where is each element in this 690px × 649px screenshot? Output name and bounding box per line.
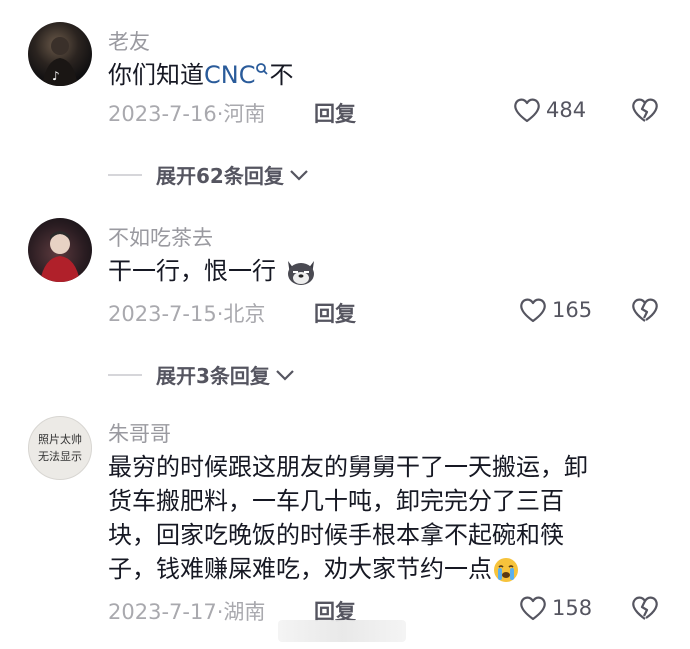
like-button[interactable]: 484 [512,96,586,124]
comment-text-prefix: 你们知道 [108,61,204,89]
comment-text-line-body: 子，钱难赚屎难吃，劝大家节约一点 [108,555,492,583]
avatar[interactable]: 照片太帅 无法显示 [28,416,92,480]
dislike-button[interactable] [630,96,660,128]
watermark [278,620,406,642]
comment-text-line: 块，回家吃晚饭的时候手根本拿不起碗和筷 [108,521,564,549]
expand-replies-button[interactable]: 展开62条回复 [108,160,310,189]
svg-text:♪: ♪ [52,69,60,83]
comment-location: 北京 [223,302,266,326]
comment-text: 干一行，恨一行 [108,254,648,288]
person-silhouette-icon [40,231,80,282]
reply-button[interactable]: 回复 [314,98,356,128]
comment-date: 2023-7-17 [108,600,217,624]
like-button[interactable]: 165 [518,296,592,324]
comment-meta: 2023-7-15·北京 [108,298,265,328]
like-button[interactable]: 158 [518,594,592,622]
comment-text-line: 最穷的时候跟这朋友的舅舅干了一天搬运，卸 [108,453,588,481]
like-count: 165 [552,298,593,322]
comment-date: 2023-7-16 [108,102,217,126]
comment-meta: 2023-7-17·湖南 [108,596,265,626]
avatar-caption: 照片太帅 无法显示 [29,431,91,465]
comment-author[interactable]: 老友 [108,26,150,56]
reply-button[interactable]: 回复 [314,298,356,328]
comment-text-line: 货车搬肥料，一车几十吨，卸完完分了三百 [108,487,564,515]
chevron-down-icon [276,369,294,381]
avatar[interactable]: ♪ [28,22,92,86]
heart-icon [520,596,546,621]
crying-face-emoji-icon [494,558,518,582]
search-icon[interactable] [255,62,269,78]
expand-replies-label: 展开3条回复 [156,364,270,388]
broken-heart-icon [632,98,658,122]
comment-date: 2023-7-15 [108,302,217,326]
dislike-button[interactable] [630,594,660,626]
dog-emoji-icon [287,261,314,285]
comment-meta: 2023-7-16·河南 [108,98,265,128]
comment-author[interactable]: 朱哥哥 [108,418,171,448]
search-link[interactable]: CNC [204,61,255,89]
comment-text: 最穷的时候跟这朋友的舅舅干了一天搬运，卸 货车搬肥料，一车几十吨，卸完完分了三百… [108,450,668,586]
like-count: 158 [552,596,593,620]
chevron-down-icon [290,169,308,181]
expand-replies-label: 展开62条回复 [156,164,284,188]
dislike-button[interactable] [630,296,660,328]
comment-author[interactable]: 不如吃茶去 [108,222,213,252]
avatar-caption-line: 无法显示 [38,450,82,463]
broken-heart-icon [632,298,658,322]
comment-location: 湖南 [223,600,266,624]
comment-location: 河南 [223,102,266,126]
like-count: 484 [546,98,587,122]
comment-text-suffix: 不 [269,61,294,89]
comment-text-line: 子，钱难赚屎难吃，劝大家节约一点 [108,552,668,586]
divider [108,173,142,176]
heart-icon [520,298,546,323]
comment-text-body: 干一行，恨一行 [108,257,276,285]
broken-heart-icon [632,596,658,620]
avatar-caption-line: 照片太帅 [38,433,82,446]
divider [108,373,142,376]
person-silhouette-icon: ♪ [42,37,78,86]
avatar[interactable] [28,218,92,282]
comment-text: 你们知道CNC 不 [108,58,648,92]
heart-icon [514,98,540,123]
expand-replies-button[interactable]: 展开3条回复 [108,360,296,389]
